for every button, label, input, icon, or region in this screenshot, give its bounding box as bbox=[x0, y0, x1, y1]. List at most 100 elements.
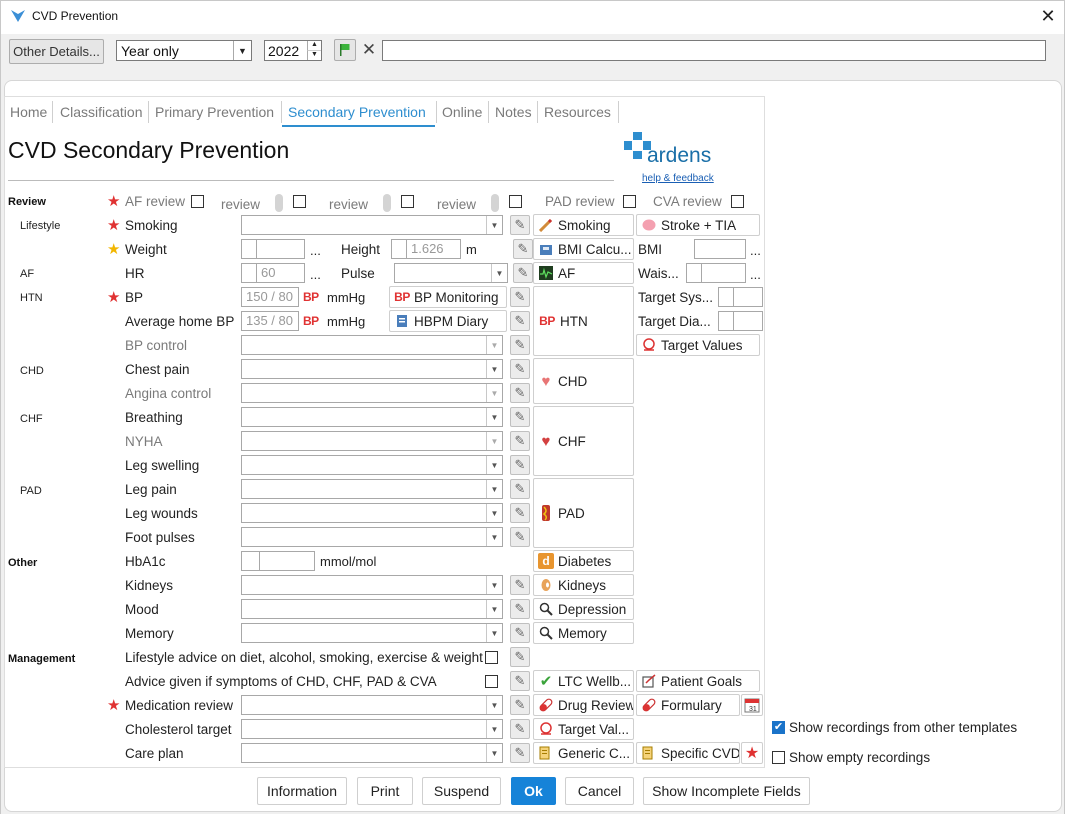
other-details-button[interactable]: Other Details... bbox=[9, 39, 104, 64]
bp-badge-icon[interactable]: BP bbox=[303, 290, 319, 304]
hba1c-date-input[interactable] bbox=[241, 551, 260, 571]
chd-link-button[interactable]: ♥ CHD bbox=[533, 358, 634, 404]
drug-review-link-button[interactable]: Drug Review bbox=[533, 694, 634, 716]
leg-pain-dropdown[interactable]: ▼ bbox=[241, 479, 503, 499]
diabetes-link-button[interactable]: d Diabetes bbox=[533, 550, 634, 572]
avg-home-bp-input[interactable]: 135 / 80 bbox=[241, 311, 299, 331]
memory-link-button[interactable]: Memory bbox=[533, 622, 634, 644]
chevron-down-icon[interactable]: ▼ bbox=[486, 360, 502, 378]
pencil-icon[interactable]: ✎ bbox=[510, 719, 530, 739]
chevron-down-icon[interactable]: ▼ bbox=[486, 576, 502, 594]
pencil-icon[interactable]: ✎ bbox=[510, 383, 530, 403]
target-val-link-button[interactable]: Target Val... bbox=[533, 718, 634, 740]
bp-input[interactable]: 150 / 80 bbox=[241, 287, 299, 307]
pencil-icon[interactable]: ✎ bbox=[510, 287, 530, 307]
pencil-icon[interactable]: ✎ bbox=[510, 647, 530, 667]
waist-input[interactable] bbox=[701, 263, 746, 283]
hr-input[interactable]: 60 bbox=[256, 263, 305, 283]
lifestyle-advice-checkbox[interactable] bbox=[485, 651, 498, 664]
pulse-dropdown[interactable]: ▼ bbox=[394, 263, 508, 283]
chevron-down-icon[interactable]: ▼ bbox=[486, 216, 502, 234]
patient-goals-link-button[interactable]: Patient Goals bbox=[636, 670, 760, 692]
height-input[interactable]: 1.626 bbox=[406, 239, 461, 259]
stroke-tia-link-button[interactable]: Stroke + TIA bbox=[636, 214, 760, 236]
target-dia-date-input[interactable] bbox=[718, 311, 734, 331]
pencil-icon[interactable]: ✎ bbox=[510, 359, 530, 379]
leg-swelling-dropdown[interactable]: ▼ bbox=[241, 455, 503, 475]
medication-review-dropdown[interactable]: ▼ bbox=[241, 695, 503, 715]
show-incomplete-fields-button[interactable]: Show Incomplete Fields bbox=[643, 777, 810, 805]
chevron-down-icon[interactable]: ▼ bbox=[491, 264, 507, 282]
cva-review-checkbox[interactable] bbox=[731, 195, 744, 208]
breathing-dropdown[interactable]: ▼ bbox=[241, 407, 503, 427]
chevron-down-icon[interactable]: ▼ bbox=[486, 480, 502, 498]
pencil-icon[interactable]: ✎ bbox=[510, 503, 530, 523]
pencil-icon[interactable]: ✎ bbox=[510, 527, 530, 547]
pencil-icon[interactable]: ✎ bbox=[510, 479, 530, 499]
chevron-down-icon[interactable]: ▼ bbox=[486, 504, 502, 522]
pencil-icon[interactable]: ✎ bbox=[513, 239, 533, 259]
ok-button[interactable]: Ok bbox=[511, 777, 556, 805]
weight-date-input[interactable] bbox=[241, 239, 257, 259]
tab-classification[interactable]: Classification bbox=[60, 101, 142, 125]
advice-given-checkbox[interactable] bbox=[485, 675, 498, 688]
waist-date-input[interactable] bbox=[686, 263, 702, 283]
pencil-icon[interactable]: ✎ bbox=[510, 599, 530, 619]
tab-home[interactable]: Home bbox=[10, 101, 47, 125]
chevron-down-icon[interactable]: ▼ bbox=[486, 720, 502, 738]
pencil-icon[interactable]: ✎ bbox=[513, 263, 533, 283]
toggle-handle[interactable] bbox=[275, 194, 283, 212]
foot-pulses-dropdown[interactable]: ▼ bbox=[241, 527, 503, 547]
pencil-icon[interactable]: ✎ bbox=[510, 311, 530, 331]
depression-link-button[interactable]: Depression bbox=[533, 598, 634, 620]
tab-resources[interactable]: Resources bbox=[544, 101, 611, 125]
pencil-icon[interactable]: ✎ bbox=[510, 215, 530, 235]
mood-dropdown[interactable]: ▼ bbox=[241, 599, 503, 619]
smoking-link-button[interactable]: Smoking bbox=[533, 214, 634, 236]
search-input[interactable] bbox=[382, 40, 1046, 61]
close-icon[interactable]: ✕ bbox=[1036, 4, 1060, 28]
generic-careplan-link-button[interactable]: Generic C... bbox=[533, 742, 634, 764]
pencil-icon[interactable]: ✎ bbox=[510, 743, 530, 763]
htn-link-button[interactable]: BP HTN bbox=[533, 286, 634, 356]
memory-dropdown[interactable]: ▼ bbox=[241, 623, 503, 643]
weight-input[interactable] bbox=[256, 239, 305, 259]
bmi-input[interactable] bbox=[694, 239, 746, 259]
chevron-down-icon[interactable]: ▼ bbox=[486, 432, 502, 450]
pencil-icon[interactable]: ✎ bbox=[510, 335, 530, 355]
leg-wounds-dropdown[interactable]: ▼ bbox=[241, 503, 503, 523]
chevron-down-icon[interactable]: ▼ bbox=[486, 384, 502, 402]
information-button[interactable]: Information bbox=[257, 777, 347, 805]
target-dia-input[interactable] bbox=[733, 311, 763, 331]
hbpm-diary-link-button[interactable]: HBPM Diary bbox=[389, 310, 507, 332]
review-checkbox[interactable] bbox=[509, 195, 522, 208]
hba1c-input[interactable] bbox=[259, 551, 315, 571]
pencil-icon[interactable]: ✎ bbox=[510, 623, 530, 643]
show-empty-checkbox[interactable] bbox=[772, 751, 785, 764]
clear-icon[interactable]: ✕ bbox=[358, 39, 380, 61]
hr-date-input[interactable] bbox=[241, 263, 257, 283]
show-other-templates-checkbox[interactable]: ✔ bbox=[772, 721, 785, 734]
bmi-calculator-link-button[interactable]: BMI Calcu... bbox=[533, 238, 634, 260]
chevron-down-icon[interactable]: ▼ bbox=[233, 41, 251, 60]
af-link-button[interactable]: AF bbox=[533, 262, 634, 284]
pencil-icon[interactable]: ✎ bbox=[510, 407, 530, 427]
pad-review-checkbox[interactable] bbox=[623, 195, 636, 208]
toggle-handle[interactable] bbox=[491, 194, 499, 212]
target-sys-input[interactable] bbox=[733, 287, 763, 307]
pencil-icon[interactable]: ✎ bbox=[510, 695, 530, 715]
chevron-down-icon[interactable]: ▼ bbox=[486, 624, 502, 642]
suspend-button[interactable]: Suspend bbox=[422, 777, 501, 805]
stepper-down-icon[interactable]: ▼ bbox=[307, 51, 321, 60]
year-stepper[interactable]: 2022 ▲ ▼ bbox=[264, 40, 322, 61]
bp-control-dropdown[interactable]: ▼ bbox=[241, 335, 503, 355]
chevron-down-icon[interactable]: ▼ bbox=[486, 696, 502, 714]
chest-pain-dropdown[interactable]: ▼ bbox=[241, 359, 503, 379]
chevron-down-icon[interactable]: ▼ bbox=[486, 528, 502, 546]
chevron-down-icon[interactable]: ▼ bbox=[486, 408, 502, 426]
chevron-down-icon[interactable]: ▼ bbox=[486, 600, 502, 618]
review-checkbox[interactable] bbox=[401, 195, 414, 208]
help-feedback-link[interactable]: help & feedback bbox=[642, 173, 714, 184]
specific-cvd-link-button[interactable]: Specific CVD bbox=[636, 742, 740, 764]
tab-secondary-prevention[interactable]: Secondary Prevention bbox=[288, 101, 426, 125]
